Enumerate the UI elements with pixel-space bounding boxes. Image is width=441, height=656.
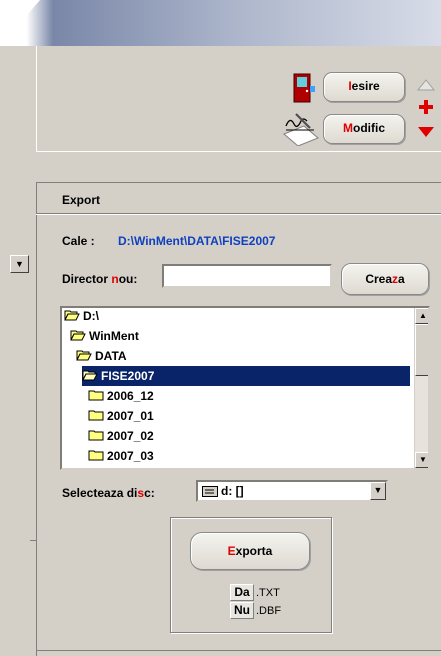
disk-dropdown-arrow-icon[interactable]: ▼ <box>370 482 386 500</box>
directory-tree[interactable]: 2007_03 2007_02 2007_01 2006_12 FISE2007 DATA… <box>60 306 430 470</box>
title-bar-notch <box>0 0 40 46</box>
left-dropdown-arrow-icon[interactable]: ▼ <box>10 255 29 273</box>
open-folder-icon <box>76 350 92 361</box>
path-value: D:\WinMent\DATA\FISE2007 <box>118 234 276 248</box>
folder-icon <box>88 410 104 421</box>
new-directory-label-start: Director <box>62 272 112 286</box>
disk-select[interactable]: d: [] ▼ <box>196 480 388 502</box>
create-label-start: Crea <box>365 272 392 286</box>
tree-item-label: 2007_02 <box>107 429 154 443</box>
scroll-down-icon[interactable]: ▼ <box>415 452 428 468</box>
select-disk-label: Selecteaza disc: <box>62 486 155 500</box>
add-plus-icon[interactable] <box>418 99 434 115</box>
modify-label-rest: odific <box>353 121 385 135</box>
tree-item[interactable]: WinMent <box>70 326 139 346</box>
drive-icon <box>202 486 218 497</box>
open-folder-icon <box>82 370 98 381</box>
tree-item[interactable]: FISE2007 <box>82 366 410 386</box>
folder-icon <box>88 450 104 461</box>
tree-item-label: DATA <box>95 349 127 363</box>
scroll-thumb[interactable] <box>415 324 428 376</box>
down-arrow-icon[interactable] <box>416 124 436 140</box>
tree-item[interactable]: 2007_03 <box>88 446 154 466</box>
left-panel-strip <box>0 46 36 656</box>
open-folder-icon <box>64 310 80 321</box>
folder-icon <box>88 390 104 401</box>
export-hotkey: E <box>227 544 236 558</box>
select-disk-label-end: c: <box>144 486 155 500</box>
exit-label-rest: esire <box>351 79 380 93</box>
path-label: Cale : <box>62 234 95 248</box>
signature-edit-icon <box>283 113 319 146</box>
folder-icon <box>88 430 104 441</box>
tree-item[interactable]: 2007_02 <box>88 426 154 446</box>
section-divider <box>36 213 441 215</box>
tree-item-label: 2007_01 <box>107 409 154 423</box>
up-arrow-icon[interactable] <box>416 78 436 94</box>
select-disk-label-start: Selecteaza di <box>62 486 138 500</box>
modify-button[interactable]: Modific <box>323 114 405 144</box>
format-option-dbf-key: Nu <box>230 602 254 619</box>
tree-item-label: FISE2007 <box>101 369 155 383</box>
section-title: Export <box>62 193 101 207</box>
tree-item[interactable]: D:\ <box>64 308 99 326</box>
create-label-end: a <box>398 272 405 286</box>
tree-item-label: 2007_03 <box>107 449 154 463</box>
modify-hotkey: M <box>343 121 353 135</box>
export-button[interactable]: Exporta <box>190 532 310 570</box>
new-directory-hotkey: n <box>111 272 119 286</box>
tree-item-label: 2006_12 <box>107 389 154 403</box>
tree-item[interactable]: 2007_01 <box>88 406 154 426</box>
door-exit-icon <box>293 73 315 103</box>
separator-band <box>36 151 441 183</box>
exit-button[interactable]: Iesire <box>323 72 405 102</box>
export-label-rest: xporta <box>235 544 273 558</box>
format-option-txt-key: Da <box>230 584 254 601</box>
new-directory-label: Director nou: <box>62 272 137 286</box>
new-directory-label-end: ou: <box>118 272 138 286</box>
bottom-border <box>36 650 441 651</box>
disk-select-value: d: [] <box>221 484 244 498</box>
format-option-txt[interactable]: Da .TXT <box>230 584 280 601</box>
tree-item[interactable]: DATA <box>76 346 127 366</box>
tree-item-label: D:\ <box>83 309 99 323</box>
format-option-txt-ext: .TXT <box>256 587 280 599</box>
create-button[interactable]: Creaza <box>341 263 429 295</box>
format-option-dbf-ext: .DBF <box>256 605 282 617</box>
format-option-dbf[interactable]: Nu .DBF <box>230 602 281 619</box>
open-folder-icon <box>70 330 86 341</box>
tree-item-label: WinMent <box>89 329 139 343</box>
new-directory-input[interactable] <box>162 264 332 288</box>
scroll-up-icon[interactable]: ▲ <box>415 308 428 324</box>
tree-scrollbar[interactable]: ▲ ▼ <box>414 308 428 468</box>
tree-item[interactable]: 2006_12 <box>88 386 154 406</box>
title-bar <box>0 0 441 46</box>
